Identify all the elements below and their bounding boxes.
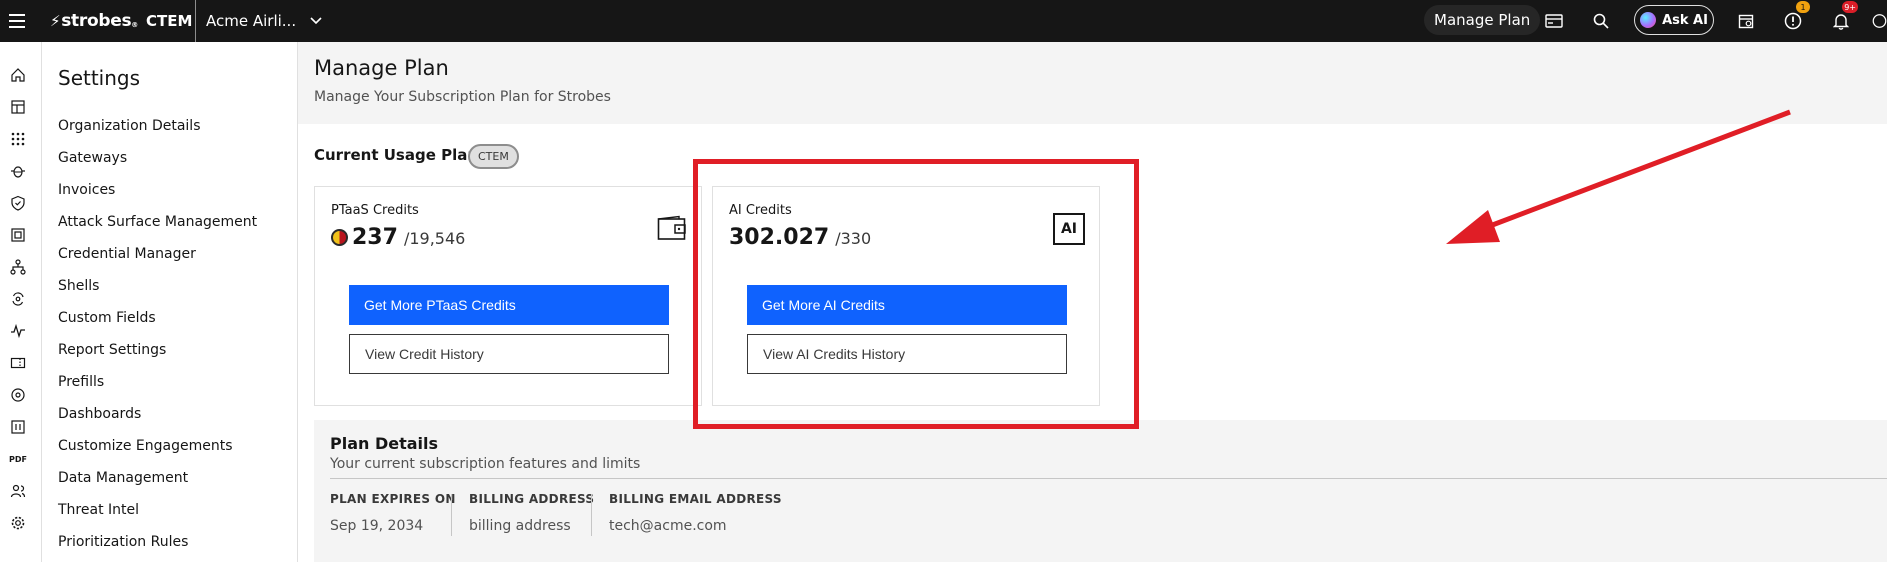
shield-check-icon[interactable] bbox=[9, 194, 27, 212]
field-key: PLAN EXPIRES ON bbox=[330, 492, 456, 506]
view-credit-history-button[interactable]: View Credit History bbox=[349, 334, 669, 374]
users-icon[interactable] bbox=[9, 482, 27, 500]
get-more-ptaas-credits-button[interactable]: Get More PTaaS Credits bbox=[349, 285, 669, 325]
field-separator bbox=[591, 494, 592, 536]
activity-icon[interactable] bbox=[9, 322, 27, 340]
home-icon[interactable] bbox=[9, 66, 27, 84]
notification-badge: 9+ bbox=[1842, 1, 1858, 13]
plan-details-title: Plan Details bbox=[330, 434, 439, 453]
plan-details-subtitle: Your current subscription features and l… bbox=[330, 456, 641, 472]
manage-plan-button[interactable]: Manage Plan bbox=[1424, 5, 1541, 35]
topbar-divider bbox=[195, 0, 196, 42]
alert-badge: 1 bbox=[1796, 1, 1810, 13]
product-name: CTEM bbox=[146, 12, 193, 30]
field-value: Sep 19, 2034 bbox=[330, 518, 424, 534]
dashboard-icon[interactable] bbox=[9, 98, 27, 116]
plan-tag: CTEM bbox=[468, 144, 519, 169]
pdf-label: PDF bbox=[9, 454, 27, 464]
sidebar-item-custom-fields[interactable]: Custom Fields bbox=[58, 310, 156, 326]
sidebar-item-invoices[interactable]: Invoices bbox=[58, 182, 115, 198]
field-key: BILLING EMAIL ADDRESS bbox=[609, 492, 782, 506]
search-icon[interactable] bbox=[1588, 0, 1614, 42]
pdf-icon[interactable]: PDF bbox=[9, 450, 27, 468]
sidebar-item-report-settings[interactable]: Report Settings bbox=[58, 342, 166, 358]
page-subtitle: Manage Your Subscription Plan for Strobe… bbox=[314, 89, 611, 105]
strobes-logo[interactable]: ⚡ strobes ® bbox=[50, 0, 138, 42]
plan-details-divider bbox=[330, 478, 1887, 479]
page-title: Manage Plan bbox=[314, 56, 449, 80]
ai-orb-icon bbox=[1640, 12, 1657, 28]
bug-icon[interactable] bbox=[9, 162, 27, 180]
hamburger-menu-icon[interactable] bbox=[6, 0, 28, 42]
ticket-icon[interactable] bbox=[9, 354, 27, 372]
sidebar-item-prefills[interactable]: Prefills bbox=[58, 374, 104, 390]
sidebar-item-shells[interactable]: Shells bbox=[58, 278, 99, 294]
billing-email-field: BILLING EMAIL ADDRESS tech@acme.com bbox=[609, 492, 782, 538]
field-value: billing address bbox=[469, 518, 571, 534]
field-separator bbox=[451, 494, 452, 536]
coin-icon bbox=[331, 229, 348, 246]
sidebar-item-data-management[interactable]: Data Management bbox=[58, 470, 188, 486]
ptaas-credits-label: PTaaS Credits bbox=[331, 203, 419, 218]
annotation-arrow bbox=[1446, 109, 1791, 244]
automation-icon[interactable] bbox=[9, 290, 27, 308]
icon-rail: PDF bbox=[0, 42, 42, 562]
settings-gear-icon[interactable] bbox=[9, 514, 27, 532]
sidebar-item-prioritization-rules[interactable]: Prioritization Rules bbox=[58, 534, 188, 550]
settings-sidebar: Settings Organization Details Gateways I… bbox=[42, 42, 298, 562]
sidebar-item-dashboards[interactable]: Dashboards bbox=[58, 406, 141, 422]
field-value: tech@acme.com bbox=[609, 518, 727, 534]
plan-details-section: Plan Details Your current subscription f… bbox=[314, 420, 1887, 562]
sidebar-item-organization-details[interactable]: Organization Details bbox=[58, 118, 201, 134]
current-usage-plan-title: Current Usage Plan bbox=[314, 146, 479, 164]
sidebar-item-credential-manager[interactable]: Credential Manager bbox=[58, 246, 196, 262]
sidebar-item-attack-surface-management[interactable]: Attack Surface Management bbox=[58, 214, 257, 230]
report-icon[interactable] bbox=[9, 418, 27, 436]
logo-text: strobes bbox=[61, 11, 132, 31]
sidebar-title: Settings bbox=[58, 66, 141, 90]
sidebar-item-threat-intel[interactable]: Threat Intel bbox=[58, 502, 139, 518]
sidebar-item-gateways[interactable]: Gateways bbox=[58, 150, 127, 166]
user-avatar-icon[interactable] bbox=[1872, 0, 1887, 42]
asset-inventory-icon[interactable] bbox=[9, 226, 27, 244]
apps-grid-icon[interactable] bbox=[9, 130, 27, 148]
ask-ai-label: Ask AI bbox=[1662, 12, 1708, 28]
top-navigation-bar: ⚡ strobes ® CTEM Acme Airli... Manage Plan… bbox=[0, 0, 1887, 42]
ptaas-credits-total: /19,546 bbox=[403, 229, 466, 248]
integrations-icon[interactable] bbox=[9, 386, 27, 404]
network-topology-icon[interactable] bbox=[9, 258, 27, 276]
ptaas-credits-used: 237 bbox=[352, 225, 398, 250]
calendar-sync-icon[interactable] bbox=[1733, 0, 1759, 42]
field-key: BILLING ADDRESS bbox=[469, 492, 595, 506]
plan-expiry-field: PLAN EXPIRES ON Sep 19, 2034 bbox=[330, 492, 456, 538]
organization-name[interactable]: Acme Airli... bbox=[206, 0, 296, 42]
ask-ai-button[interactable]: Ask AI bbox=[1634, 5, 1714, 35]
ptaas-credits-card: PTaaS Credits 237 /19,546 Get More PTaaS… bbox=[314, 186, 702, 406]
sidebar-item-customize-engagements[interactable]: Customize Engagements bbox=[58, 438, 233, 454]
billing-address-field: BILLING ADDRESS billing address bbox=[469, 492, 594, 538]
billing-card-icon[interactable] bbox=[1541, 0, 1567, 42]
notification-bell-icon[interactable]: 9+ bbox=[1828, 0, 1858, 42]
ptaas-credits-value: 237 /19,546 bbox=[331, 225, 465, 250]
wallet-icon bbox=[657, 213, 687, 243]
chevron-down-icon[interactable] bbox=[308, 0, 324, 42]
alert-icon[interactable]: 1 bbox=[1780, 0, 1810, 42]
annotation-highlight-box bbox=[693, 159, 1139, 429]
